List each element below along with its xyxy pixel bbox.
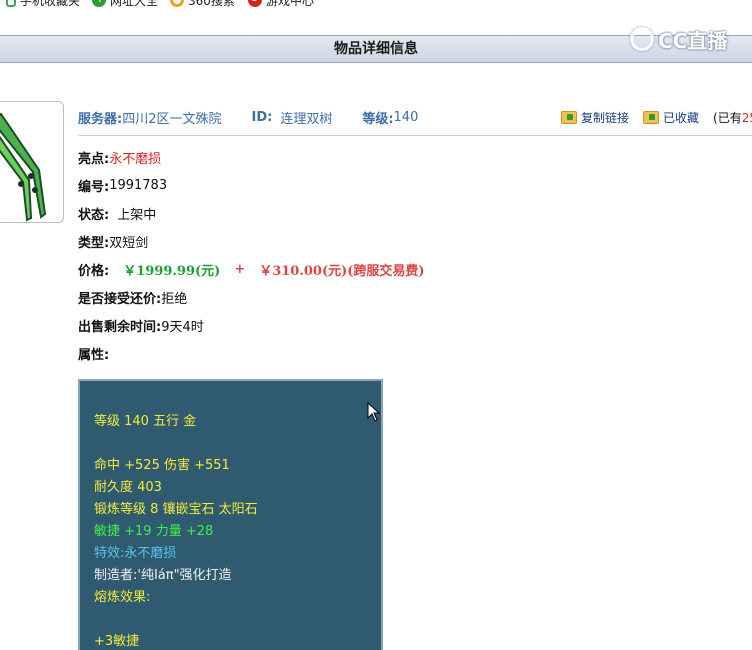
remaining-time-row: 出售剩余时间: 9天4时 xyxy=(78,315,204,335)
cross-server-fee: ￥310.00(元)(跨服交易费) xyxy=(259,263,425,279)
favorites-bar: 手机收藏夹 网址大全 360搜索 游戏中心 xyxy=(0,0,752,11)
bookmark-game-center[interactable]: 游戏中心 xyxy=(248,0,314,9)
favorited-button[interactable]: 已收藏 xyxy=(643,109,699,126)
status-row: 状态: 上架中 xyxy=(78,203,156,223)
attr-line: 制造者:'纯Iáπ"强化打造 xyxy=(94,568,232,583)
type-row: 类型: 双短剑 xyxy=(78,231,148,251)
status-label: 状态: xyxy=(78,207,110,223)
bookmark-mobile-favorites[interactable]: 手机收藏夹 xyxy=(6,0,80,9)
number-label: 编号: xyxy=(78,179,110,195)
remaining-time-value: 9天4时 xyxy=(161,319,204,335)
price-plus: + xyxy=(234,261,246,277)
favorite-count-number: 25 xyxy=(741,110,752,125)
status-value: 上架中 xyxy=(117,207,157,223)
attr-line: 耐久度 403 xyxy=(94,480,162,495)
price-row: 价格: ￥1999.99(元) + ￥310.00(元)(跨服交易费) xyxy=(78,259,425,279)
highlight-label: 亮点: xyxy=(78,151,110,167)
id-label: ID: xyxy=(251,109,273,125)
bookmark-label: 360搜索 xyxy=(188,0,235,8)
mouse-cursor-icon xyxy=(367,402,381,422)
price-value: ￥1999.99(元) xyxy=(123,263,221,279)
bookmark-360-search[interactable]: 360搜索 xyxy=(170,0,235,9)
server-value: 四川2区一文殊院 xyxy=(122,111,222,127)
remaining-time-label: 出售剩余时间: xyxy=(78,319,162,335)
bookmark-label: 手机收藏夹 xyxy=(20,0,81,8)
cc-live-watermark: CC直播 xyxy=(630,24,727,54)
item-image xyxy=(0,101,64,223)
copy-link-label: 复制链接 xyxy=(581,110,630,125)
bookmark-label: 网址大全 xyxy=(110,0,159,8)
folder-arrow-icon xyxy=(561,110,577,124)
360-search-icon xyxy=(170,0,184,7)
id-value: 连理双树 xyxy=(280,111,333,127)
attr-line: 命中 +525 伤害 +551 xyxy=(94,458,230,473)
attr-line: 敏捷 +19 力量 +28 xyxy=(94,524,214,539)
cc-logo-icon xyxy=(630,27,654,51)
counter-offer-value: 拒绝 xyxy=(161,291,188,307)
bookmark-url-directory[interactable]: 网址大全 xyxy=(92,0,158,9)
dual-sword-icon xyxy=(0,112,47,222)
attributes-label: 属性: xyxy=(78,347,110,363)
plus-circle-icon xyxy=(92,0,106,7)
watermark-text: CC直播 xyxy=(658,28,728,53)
favorite-count: (已有25 xyxy=(713,109,752,126)
bookmark-label: 游戏中心 xyxy=(266,0,315,8)
favorited-label: 已收藏 xyxy=(663,110,700,125)
attr-line: +3敏捷 xyxy=(94,634,140,649)
level-label: 等级: xyxy=(362,111,394,127)
counter-offer-row: 是否接受还价: 拒绝 xyxy=(78,287,187,307)
attr-line: 熔炼效果: xyxy=(94,590,151,605)
number-value: 1991783 xyxy=(109,177,168,193)
attributes-panel: 等级 140 五行 金 命中 +525 伤害 +551 耐久度 403 锻炼等级… xyxy=(78,379,383,650)
type-value: 双短剑 xyxy=(109,235,149,251)
attr-line: 特效:永不磨损 xyxy=(94,546,177,561)
favorite-count-prefix: (已有 xyxy=(713,110,742,125)
item-actions: 复制链接 已收藏 (已有25 xyxy=(561,107,752,127)
phone-icon xyxy=(6,0,16,7)
highlight-row: 亮点: 永不磨损 xyxy=(78,147,161,167)
copy-link-button[interactable]: 复制链接 xyxy=(561,109,629,126)
highlight-value: 永不磨损 xyxy=(109,151,162,167)
counter-offer-label: 是否接受还价: xyxy=(78,291,162,307)
folder-plus-icon xyxy=(643,110,660,124)
attributes-row: 属性: xyxy=(78,343,109,363)
price-label: 价格: xyxy=(78,263,110,279)
header-divider xyxy=(78,135,752,136)
game-center-icon xyxy=(248,0,262,7)
server-info-row: 服务器: 四川2区一文殊院 ID: 连理双树 等级: 140 xyxy=(78,107,418,127)
attr-line: 等级 140 五行 金 xyxy=(94,414,197,429)
server-label: 服务器: xyxy=(78,111,123,127)
type-label: 类型: xyxy=(78,235,110,251)
attr-line: 锻炼等级 8 镶嵌宝石 太阳石 xyxy=(94,502,258,517)
number-row: 编号: 1991783 xyxy=(78,175,167,195)
level-value: 140 xyxy=(393,109,419,125)
